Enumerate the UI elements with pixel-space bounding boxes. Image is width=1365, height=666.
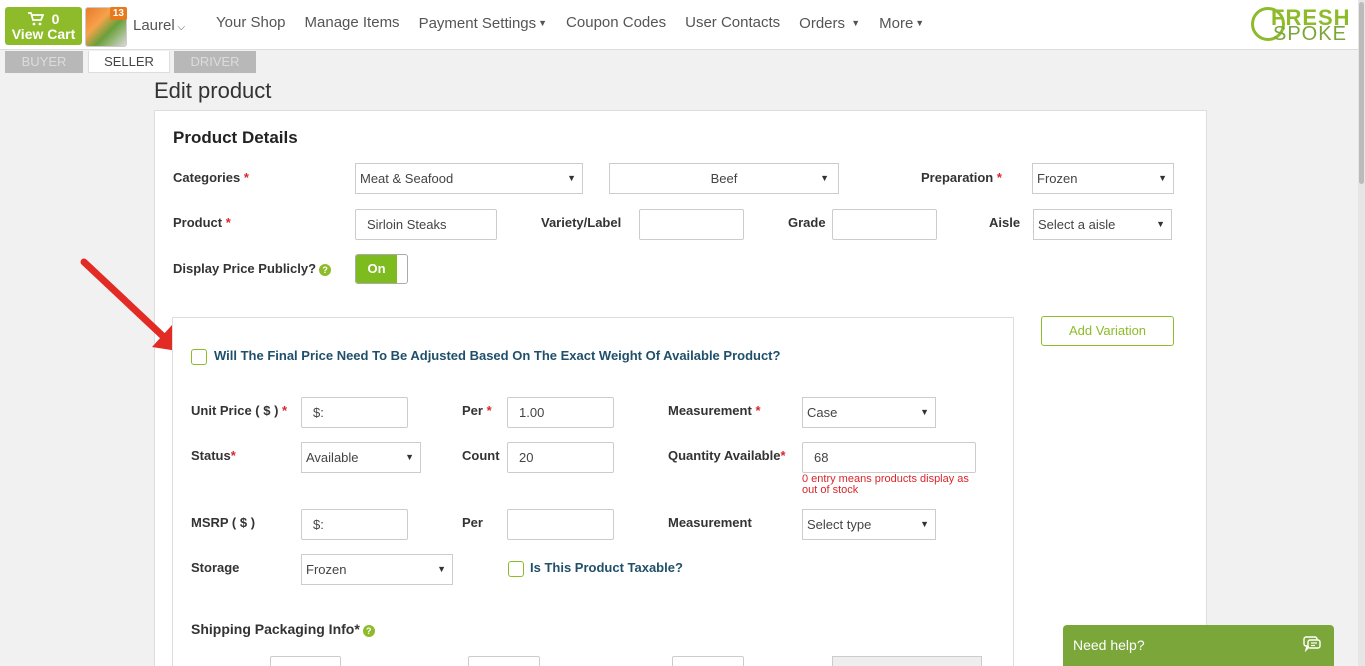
msrp-label: MSRP ( $ ) bbox=[191, 515, 256, 530]
categories-label: Categories * bbox=[173, 170, 249, 185]
grade-input[interactable] bbox=[832, 209, 937, 240]
chevron-down-icon: ⌵ bbox=[174, 22, 186, 33]
tab-seller[interactable]: SELLER bbox=[88, 51, 170, 73]
variety-input[interactable] bbox=[639, 209, 744, 240]
page-title: Edit product bbox=[154, 78, 272, 103]
nav-user-contacts[interactable]: User Contacts bbox=[685, 14, 780, 33]
user-name: Laurel bbox=[133, 17, 175, 34]
taxable-label[interactable]: Is This Product Taxable? bbox=[530, 560, 683, 575]
view-cart-button[interactable]: 0 View Cart bbox=[5, 7, 82, 45]
product-details-heading: Product Details bbox=[173, 128, 298, 147]
category-select[interactable]: Meat & Seafood ▼ bbox=[355, 163, 583, 194]
caret-down-icon: ▼ bbox=[851, 18, 861, 28]
caret-down-icon: ▼ bbox=[1156, 219, 1165, 229]
storage-label: Storage bbox=[191, 560, 240, 575]
preparation-select[interactable]: Frozen ▼ bbox=[1032, 163, 1174, 194]
need-help-widget[interactable]: Need help? bbox=[1063, 625, 1334, 666]
top-nav-bar: 0 View Cart 13 Laurel ⌵ Your Shop Manage… bbox=[0, 0, 1358, 50]
page-scrollbar[interactable] bbox=[1358, 0, 1365, 666]
shipping-packaging-label: Shipping Packaging Info*? bbox=[191, 621, 375, 637]
count-input[interactable]: 20 bbox=[507, 442, 614, 473]
nav-more[interactable]: More ▼ bbox=[879, 14, 924, 33]
unit-price-label: Unit Price ( $ ) * bbox=[191, 403, 288, 418]
shipping-width-input[interactable] bbox=[468, 656, 540, 666]
storage-select[interactable]: Frozen ▼ bbox=[301, 554, 453, 585]
count-label: Count bbox=[462, 448, 500, 463]
aisle-select[interactable]: Select a aisle ▼ bbox=[1033, 209, 1172, 240]
user-menu[interactable]: Laurel ⌵ bbox=[133, 17, 185, 34]
measurement2-label: Measurement bbox=[668, 515, 752, 530]
shipping-height-input[interactable] bbox=[672, 656, 744, 666]
caret-down-icon: ▼ bbox=[915, 18, 925, 28]
nav-manage-items[interactable]: Manage Items bbox=[305, 14, 400, 33]
measurement2-select[interactable]: Select type ▼ bbox=[802, 509, 936, 540]
caret-down-icon: ▼ bbox=[567, 173, 576, 183]
quantity-available-input[interactable]: 68 bbox=[802, 442, 976, 473]
per-label: Per * bbox=[462, 403, 492, 418]
tab-driver[interactable]: DRIVER bbox=[174, 51, 256, 73]
main-nav: Your Shop Manage Items Payment Settings ▼… bbox=[216, 14, 943, 33]
cart-count: 0 bbox=[51, 11, 60, 27]
taxable-checkbox[interactable] bbox=[508, 561, 524, 577]
toggle-on-label: On bbox=[356, 255, 397, 283]
status-select[interactable]: Available ▼ bbox=[301, 442, 421, 473]
quantity-available-label: Quantity Available* bbox=[668, 448, 786, 463]
preparation-label: Preparation * bbox=[921, 170, 1002, 185]
display-price-label: Display Price Publicly?? bbox=[173, 261, 332, 276]
shipping-unit-select[interactable] bbox=[832, 656, 982, 666]
grade-label: Grade bbox=[788, 215, 826, 230]
per-input[interactable]: 1.00 bbox=[507, 397, 614, 428]
unit-price-input[interactable]: $: bbox=[301, 397, 408, 428]
aisle-label: Aisle bbox=[989, 215, 1021, 230]
caret-down-icon: ▼ bbox=[820, 173, 829, 183]
caret-down-icon: ▼ bbox=[920, 519, 929, 529]
per2-label: Per bbox=[462, 515, 483, 530]
product-label: Product * bbox=[173, 215, 231, 230]
weight-adjust-label[interactable]: Will The Final Price Need To Be Adjusted… bbox=[214, 348, 780, 363]
logo-line2: SPOKE bbox=[1273, 23, 1347, 45]
per2-input[interactable] bbox=[507, 509, 614, 540]
cart-icon bbox=[27, 12, 44, 26]
cart-label: View Cart bbox=[11, 26, 76, 42]
tab-buyer[interactable]: BUYER bbox=[5, 51, 83, 73]
nav-coupon-codes[interactable]: Coupon Codes bbox=[566, 14, 666, 33]
help-icon[interactable]: ? bbox=[319, 264, 332, 276]
subcategory-select[interactable]: Beef ▼ bbox=[609, 163, 839, 194]
chat-icon bbox=[1303, 636, 1321, 652]
avatar[interactable]: 13 bbox=[85, 7, 127, 47]
weight-adjust-checkbox[interactable] bbox=[191, 349, 207, 365]
measurement-label: Measurement * bbox=[668, 403, 761, 418]
msrp-input[interactable]: $: bbox=[301, 509, 408, 540]
nav-payment-settings[interactable]: Payment Settings ▼ bbox=[419, 14, 547, 33]
product-name-input[interactable]: Sirloin Steaks bbox=[355, 209, 497, 240]
nav-your-shop[interactable]: Your Shop bbox=[216, 14, 286, 33]
freshspoke-logo[interactable]: FRESH SPOKE bbox=[1251, 5, 1356, 45]
nav-orders[interactable]: Orders ▼ bbox=[799, 14, 860, 33]
caret-down-icon: ▼ bbox=[437, 564, 446, 574]
need-help-label: Need help? bbox=[1073, 637, 1145, 653]
caret-down-icon: ▼ bbox=[1158, 173, 1167, 183]
scrollbar-thumb[interactable] bbox=[1359, 2, 1364, 184]
status-label: Status* bbox=[191, 448, 236, 463]
display-price-toggle[interactable]: On bbox=[355, 254, 408, 284]
help-icon[interactable]: ? bbox=[362, 625, 375, 637]
shipping-length-input[interactable] bbox=[270, 656, 341, 666]
caret-down-icon: ▼ bbox=[538, 18, 548, 28]
measurement-select[interactable]: Case ▼ bbox=[802, 397, 936, 428]
notification-badge: 13 bbox=[109, 7, 127, 20]
variety-label: Variety/Label bbox=[541, 215, 622, 230]
add-variation-button[interactable]: Add Variation bbox=[1041, 316, 1174, 346]
quantity-hint: 0 entry means products display as out of… bbox=[802, 473, 969, 496]
caret-down-icon: ▼ bbox=[405, 452, 414, 462]
caret-down-icon: ▼ bbox=[920, 407, 929, 417]
